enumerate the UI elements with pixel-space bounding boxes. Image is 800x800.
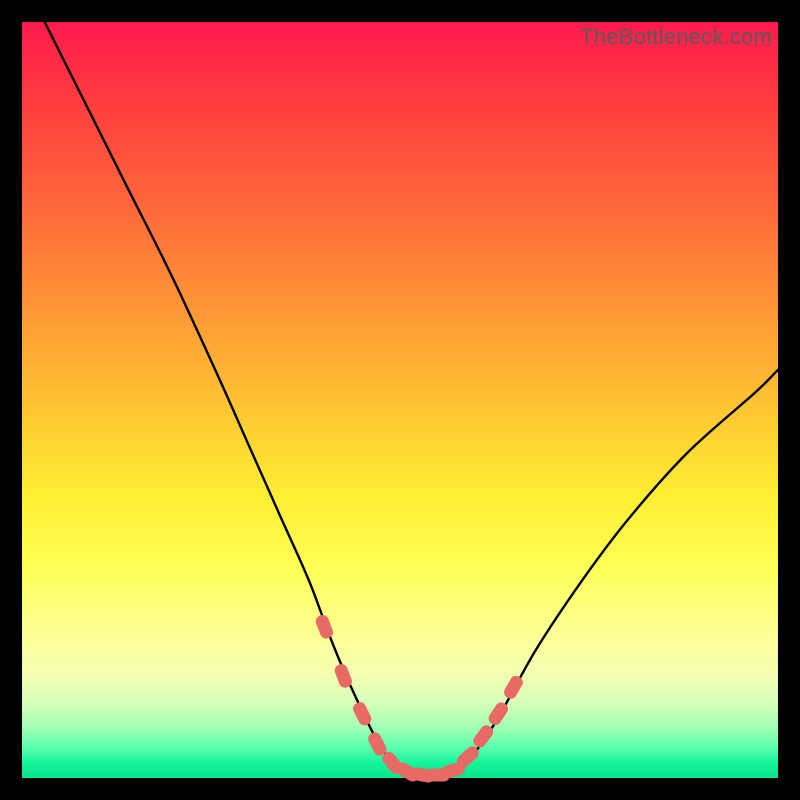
bottleneck-curve xyxy=(45,22,778,776)
chart-svg xyxy=(22,22,778,778)
highlight-marker xyxy=(314,613,335,640)
highlight-marker xyxy=(502,674,525,701)
plot-area: TheBottleneck.com xyxy=(22,22,778,778)
highlight-marker xyxy=(351,700,373,727)
chart-frame: TheBottleneck.com xyxy=(0,0,800,800)
highlight-markers xyxy=(314,613,525,783)
